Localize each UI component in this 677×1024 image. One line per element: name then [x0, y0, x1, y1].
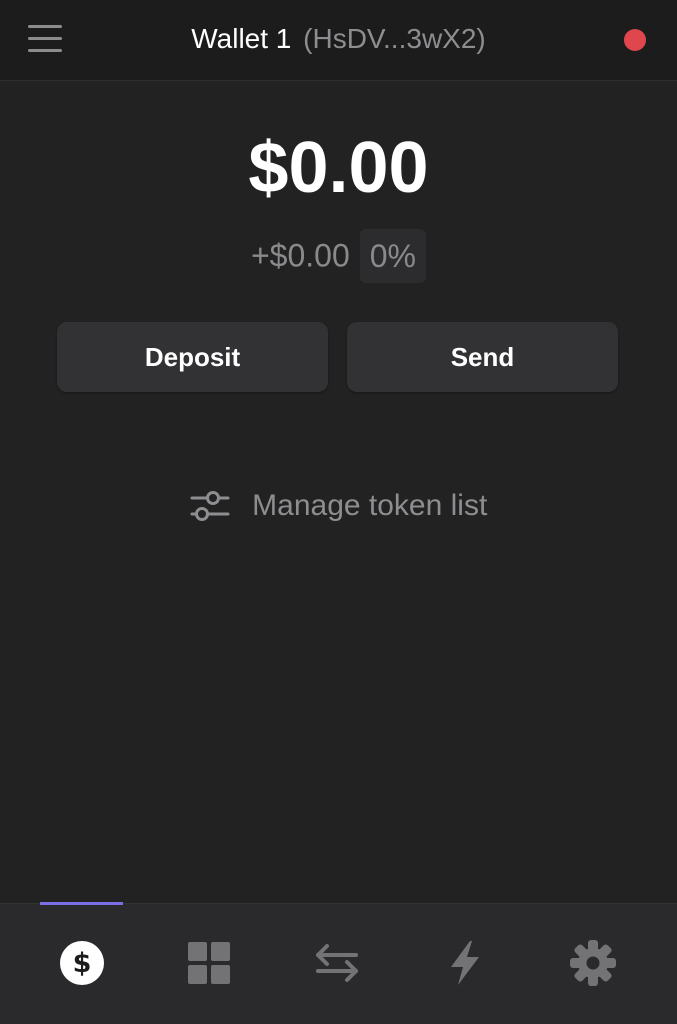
grid-icon: [188, 942, 230, 984]
send-button[interactable]: Send: [347, 322, 618, 392]
tab-collectibles[interactable]: [184, 938, 234, 988]
connection-status-dot[interactable]: [624, 29, 646, 51]
bottom-tab-bar: $: [0, 902, 677, 1024]
swap-arrows-icon: [316, 944, 358, 982]
dollar-icon: $: [60, 941, 104, 985]
manage-token-list-button[interactable]: Manage token list: [0, 484, 677, 528]
sliders-icon: [190, 491, 230, 521]
wallet-selector[interactable]: Wallet 1 (HsDV...3wX2): [0, 20, 677, 58]
tab-swap[interactable]: [312, 938, 362, 988]
tab-activity[interactable]: [440, 938, 490, 988]
manage-token-list-label: Manage token list: [252, 489, 488, 522]
balance-change: +$0.00 0%: [0, 226, 677, 283]
gear-icon: [570, 940, 616, 986]
header: Wallet 1 (HsDV...3wX2): [0, 0, 677, 81]
active-tab-indicator: [40, 902, 123, 905]
lightning-icon: [451, 941, 479, 985]
tab-balances[interactable]: $: [57, 938, 107, 988]
balance-change-value: +$0.00: [250, 237, 350, 274]
balance-change-percent: 0%: [359, 228, 426, 283]
wallet-address: (HsDV...3wX2): [303, 23, 486, 54]
svg-text:$: $: [73, 948, 92, 979]
deposit-button[interactable]: Deposit: [57, 322, 328, 392]
wallet-name: Wallet 1: [191, 23, 292, 54]
tab-settings[interactable]: [568, 938, 618, 988]
total-balance: $0.00: [248, 128, 429, 208]
